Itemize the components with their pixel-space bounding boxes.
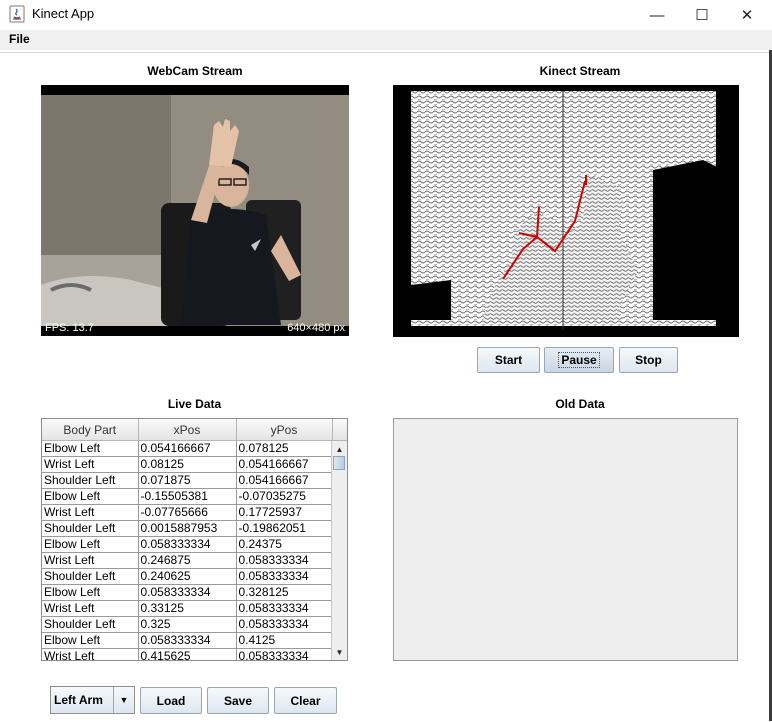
menu-bar: File	[0, 30, 772, 50]
cell-ypos: -0.07035275	[236, 488, 333, 505]
body-part-dropdown[interactable]: Left Arm ▼	[50, 686, 135, 714]
cell-body-part: Wrist Left	[42, 552, 139, 569]
cell-xpos: 0.058333334	[138, 632, 237, 649]
table-row[interactable]: Shoulder Left 0.071875 0.054166667	[42, 472, 333, 489]
cell-xpos: -0.07765666	[138, 504, 237, 521]
table-row[interactable]: Wrist Left 0.08125 0.054166667	[42, 456, 333, 473]
table-row[interactable]: Wrist Left 0.33125 0.058333334	[42, 600, 333, 617]
cell-xpos: 0.33125	[138, 600, 237, 617]
live-data-table: Body Part xPos yPos Elbow Left 0.05416666…	[41, 418, 348, 661]
column-header-ypos[interactable]: yPos	[236, 419, 333, 441]
table-row[interactable]: Elbow Left 0.054166667 0.078125	[42, 440, 333, 457]
live-data-title: Live Data	[167, 397, 222, 411]
kinect-stream-title: Kinect Stream	[539, 64, 621, 78]
window-title: Kinect App	[32, 6, 95, 21]
pause-button-label: Pause	[558, 352, 600, 368]
maximize-button[interactable]: ☐	[679, 0, 725, 30]
load-button[interactable]: Load	[140, 687, 202, 714]
table-row[interactable]: Elbow Left 0.058333334 0.4125	[42, 632, 333, 649]
table-scrollbar[interactable]: ▲ ▼	[331, 441, 347, 660]
resolution-readout: 640×480 px	[287, 322, 345, 334]
cell-xpos: 0.08125	[138, 456, 237, 473]
cell-ypos: 0.058333334	[236, 648, 333, 660]
depth-image	[393, 85, 739, 337]
webcam-stream-title: WebCam Stream	[147, 64, 243, 78]
scroll-up-icon[interactable]: ▲	[333, 442, 346, 456]
cell-ypos: -0.19862051	[236, 520, 333, 537]
cell-ypos: 0.078125	[236, 440, 333, 457]
cell-xpos: 0.071875	[138, 472, 237, 489]
cell-body-part: Shoulder Left	[42, 472, 139, 489]
menu-file[interactable]: File	[9, 32, 30, 46]
table-row[interactable]: Wrist Left 0.415625 0.058333334	[42, 648, 333, 660]
cell-xpos: 0.058333334	[138, 584, 237, 601]
table-header-row: Body Part xPos yPos	[42, 419, 333, 441]
cell-ypos: 0.328125	[236, 584, 333, 601]
cell-body-part: Wrist Left	[42, 648, 139, 660]
start-button[interactable]: Start	[477, 347, 540, 373]
cell-xpos: 0.240625	[138, 568, 237, 585]
old-data-panel	[393, 418, 738, 661]
table-row[interactable]: Wrist Left 0.246875 0.058333334	[42, 552, 333, 569]
table-row[interactable]: Wrist Left -0.07765666 0.17725937	[42, 504, 333, 521]
dropdown-selected-value: Left Arm	[54, 693, 103, 707]
cell-body-part: Elbow Left	[42, 536, 139, 553]
old-data-title: Old Data	[555, 397, 605, 411]
cell-body-part: Wrist Left	[42, 600, 139, 617]
column-header-xpos[interactable]: xPos	[138, 419, 237, 441]
cell-xpos: 0.054166667	[138, 440, 237, 457]
cell-ypos: 0.058333334	[236, 616, 333, 633]
chevron-down-icon[interactable]: ▼	[113, 687, 134, 713]
cell-body-part: Elbow Left	[42, 440, 139, 457]
kinect-depth-view	[393, 85, 739, 337]
table-row[interactable]: Shoulder Left 0.0015887953 -0.19862051	[42, 520, 333, 537]
java-app-icon	[9, 5, 25, 23]
stop-button[interactable]: Stop	[619, 347, 678, 373]
title-bar: Kinect App — ☐ ✕	[0, 0, 772, 30]
cell-xpos: 0.415625	[138, 648, 237, 660]
table-row[interactable]: Elbow Left 0.058333334 0.24375	[42, 536, 333, 553]
webcam-view: FPS: 13.7 640×480 px	[41, 85, 349, 336]
cell-ypos: 0.058333334	[236, 552, 333, 569]
cell-ypos: 0.058333334	[236, 568, 333, 585]
cell-ypos: 0.054166667	[236, 456, 333, 473]
pause-button[interactable]: Pause	[544, 347, 614, 373]
minimize-button[interactable]: —	[634, 0, 680, 30]
close-button[interactable]: ✕	[724, 0, 770, 30]
webcam-image	[41, 95, 349, 326]
data-table: Body Part xPos yPos Elbow Left 0.05416666…	[42, 419, 333, 660]
cell-ypos: 0.4125	[236, 632, 333, 649]
cell-ypos: 0.058333334	[236, 600, 333, 617]
table-header-corner	[332, 419, 347, 441]
cell-xpos: 0.058333334	[138, 536, 237, 553]
cell-ypos: 0.17725937	[236, 504, 333, 521]
scroll-down-icon[interactable]: ▼	[333, 645, 346, 659]
cell-body-part: Shoulder Left	[42, 616, 139, 633]
cell-body-part: Wrist Left	[42, 504, 139, 521]
cell-body-part: Elbow Left	[42, 632, 139, 649]
table-row[interactable]: Elbow Left -0.15505381 -0.07035275	[42, 488, 333, 505]
cell-xpos: 0.0015887953	[138, 520, 237, 537]
cell-xpos: 0.325	[138, 616, 237, 633]
cell-xpos: 0.246875	[138, 552, 237, 569]
clear-button[interactable]: Clear	[274, 687, 337, 714]
cell-body-part: Shoulder Left	[42, 568, 139, 585]
table-row[interactable]: Shoulder Left 0.240625 0.058333334	[42, 568, 333, 585]
cell-xpos: -0.15505381	[138, 488, 237, 505]
cell-ypos: 0.24375	[236, 536, 333, 553]
scroll-thumb[interactable]	[333, 456, 345, 470]
save-button[interactable]: Save	[207, 687, 269, 714]
fps-readout: FPS: 13.7	[45, 322, 94, 334]
cell-ypos: 0.054166667	[236, 472, 333, 489]
cell-body-part: Shoulder Left	[42, 520, 139, 537]
column-header-body-part[interactable]: Body Part	[42, 419, 139, 441]
table-row[interactable]: Shoulder Left 0.325 0.058333334	[42, 616, 333, 633]
cell-body-part: Elbow Left	[42, 584, 139, 601]
table-row[interactable]: Elbow Left 0.058333334 0.328125	[42, 584, 333, 601]
cell-body-part: Wrist Left	[42, 456, 139, 473]
cell-body-part: Elbow Left	[42, 488, 139, 505]
